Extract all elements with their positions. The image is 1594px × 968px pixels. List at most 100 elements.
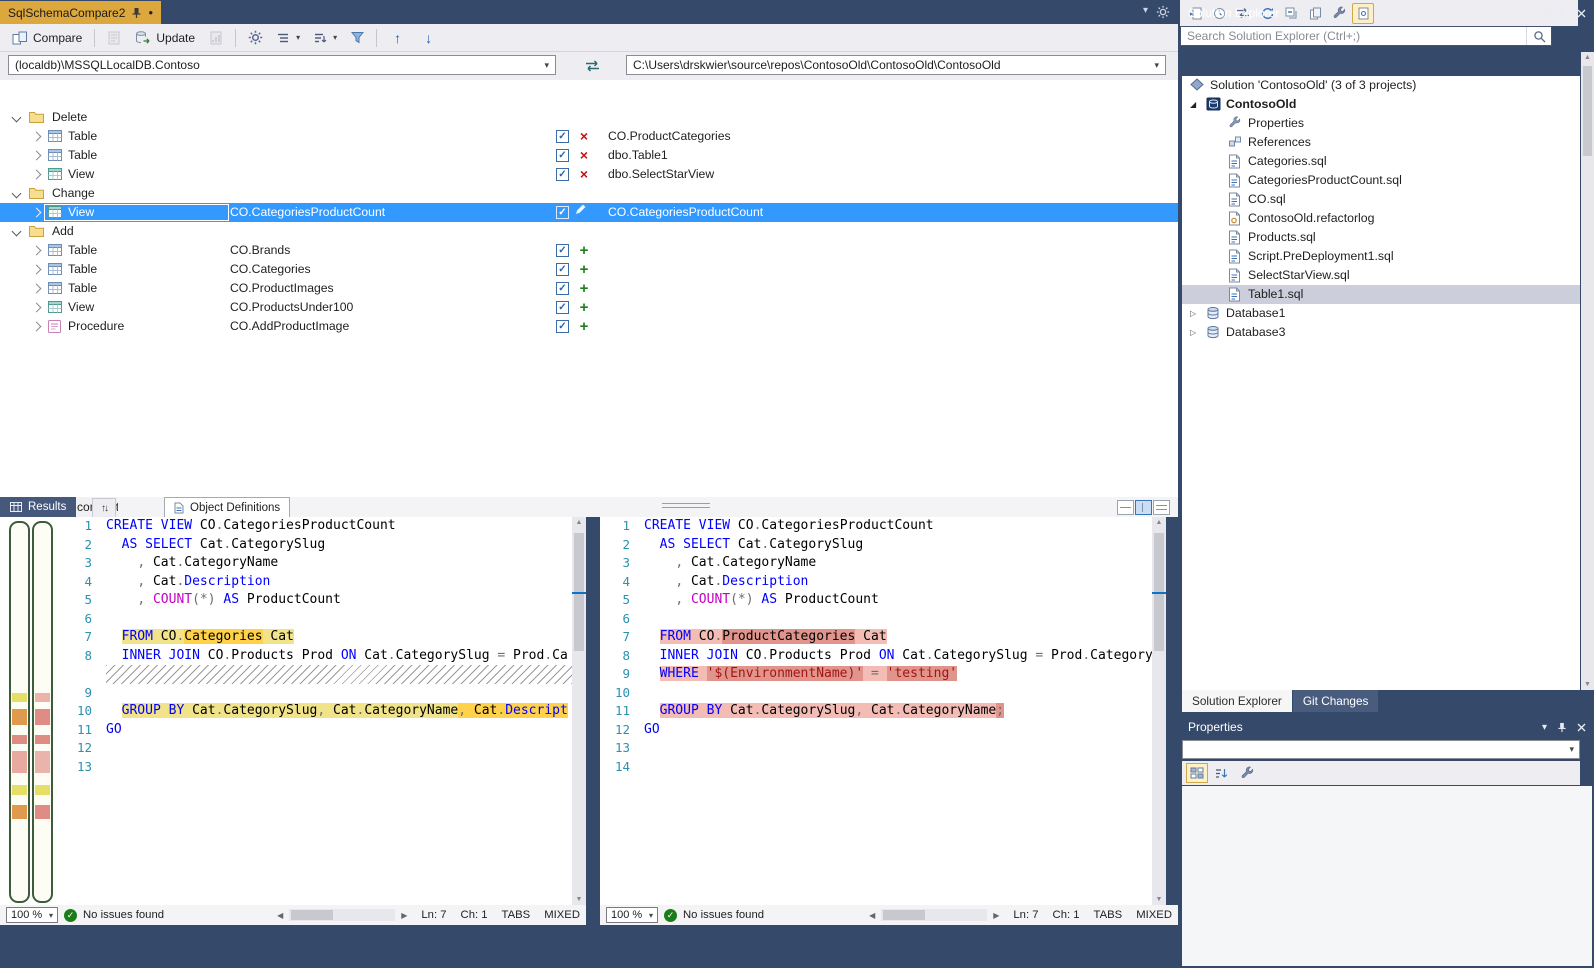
- chevron-right-icon[interactable]: [32, 303, 42, 313]
- compare-row[interactable]: ViewCO.CategoriesProductCount✓CO.Categor…: [0, 203, 1178, 222]
- categorized-icon[interactable]: [1186, 763, 1208, 783]
- chevron-down-icon[interactable]: [12, 189, 22, 199]
- expander-expanded-icon[interactable]: ◢: [1190, 95, 1196, 114]
- include-checkbox[interactable]: ✓: [556, 168, 569, 181]
- include-checkbox[interactable]: ✓: [556, 130, 569, 143]
- chevron-right-icon[interactable]: [32, 151, 42, 161]
- horizontal-scrollbar[interactable]: [289, 909, 395, 921]
- compare-row[interactable]: TableCO.Brands✓+: [0, 241, 1178, 260]
- chevron-down-icon[interactable]: ▾: [1542, 722, 1547, 733]
- view-horizontal-split-icon[interactable]: [1117, 500, 1134, 515]
- scroll-left-icon[interactable]: ◀: [869, 911, 875, 920]
- chevron-right-icon[interactable]: [32, 322, 42, 332]
- code-area[interactable]: CREATE VIEW CO.CategoriesProductCount AS…: [106, 517, 572, 905]
- chevron-right-icon[interactable]: [32, 170, 42, 180]
- properties-object-combobox[interactable]: ▾: [1182, 740, 1580, 759]
- horizontal-scrollbar[interactable]: [881, 909, 987, 921]
- update-button[interactable]: Update: [129, 28, 201, 47]
- chevron-down-icon[interactable]: [12, 113, 22, 123]
- scroll-right-icon[interactable]: ▶: [401, 911, 407, 920]
- compare-row[interactable]: ViewCO.ProductsUnder100✓+: [0, 298, 1178, 317]
- close-icon[interactable]: [1577, 723, 1586, 732]
- document-list-chevron-icon[interactable]: ▾: [1143, 5, 1148, 16]
- close-icon[interactable]: [1577, 9, 1586, 18]
- tree-item[interactable]: Products.sql: [1182, 228, 1580, 247]
- document-tab[interactable]: SqlSchemaCompare2 ●: [0, 1, 161, 24]
- overview-bar[interactable]: [32, 521, 53, 903]
- scroll-right-icon[interactable]: ▶: [993, 911, 999, 920]
- search-icon[interactable]: [1526, 27, 1551, 45]
- chevron-right-icon[interactable]: [32, 284, 42, 294]
- vertical-scrollbar[interactable]: ▲▼: [572, 517, 586, 905]
- chevron-right-icon[interactable]: [32, 246, 42, 256]
- chevron-right-icon[interactable]: [32, 208, 42, 218]
- tree-item[interactable]: Script.PreDeployment1.sql: [1182, 247, 1580, 266]
- vertical-scrollbar[interactable]: ▲▼: [1152, 517, 1166, 905]
- scroll-left-icon[interactable]: ◀: [277, 911, 283, 920]
- include-checkbox[interactable]: ✓: [556, 282, 569, 295]
- generate-script-button[interactable]: [101, 29, 127, 47]
- filter-button[interactable]: [345, 29, 370, 46]
- compare-button[interactable]: Compare: [6, 29, 88, 47]
- tree-item[interactable]: ▷Database3: [1182, 323, 1580, 342]
- alphabetical-sort-icon[interactable]: [1211, 763, 1233, 783]
- tree-item[interactable]: CategoriesProductCount.sql: [1182, 171, 1580, 190]
- search-input[interactable]: [1181, 29, 1526, 43]
- tab-results[interactable]: Results: [0, 497, 76, 517]
- tree-item[interactable]: Table1.sql: [1182, 285, 1580, 304]
- tab-object-definitions[interactable]: Object Definitions: [164, 497, 290, 518]
- tree-item[interactable]: Properties: [1182, 114, 1580, 133]
- generate-report-button[interactable]: [203, 29, 229, 47]
- include-checkbox[interactable]: ✓: [556, 206, 569, 219]
- sort-icon[interactable]: ↑↓: [92, 498, 116, 518]
- scrollbar-thumb[interactable]: [291, 910, 333, 920]
- tab-solution-explorer[interactable]: Solution Explorer: [1182, 690, 1292, 712]
- sort-results-button[interactable]: ▾: [308, 30, 343, 46]
- tree-item[interactable]: Solution 'ContosoOld' (3 of 3 projects): [1182, 76, 1580, 95]
- overview-bar[interactable]: [9, 521, 30, 903]
- scroll-up-icon[interactable]: ▲: [572, 519, 586, 526]
- document-well-gear-icon[interactable]: [1156, 5, 1170, 19]
- source-combobox[interactable]: (localdb)\MSSQLLocalDB.Contoso ▾: [8, 55, 556, 75]
- view-inline-icon[interactable]: [1153, 500, 1170, 515]
- expander-collapsed-icon[interactable]: ▷: [1190, 323, 1196, 342]
- scroll-up-icon[interactable]: ▲: [1152, 519, 1166, 526]
- scroll-up-icon[interactable]: ▲: [1581, 54, 1594, 61]
- view-vertical-split-icon[interactable]: [1135, 500, 1152, 515]
- compare-row[interactable]: TableCO.Categories✓+: [0, 260, 1178, 279]
- compare-row[interactable]: Table✓×dbo.Table1: [0, 146, 1178, 165]
- target-combobox[interactable]: C:\Users\drskwier\source\repos\ContosoOl…: [626, 55, 1166, 75]
- zoom-combobox[interactable]: 100 %▾: [606, 907, 658, 923]
- swap-source-target-button[interactable]: [570, 55, 614, 76]
- source-definition-editor[interactable]: 12345678910111213CREATE VIEW CO.Categori…: [62, 517, 586, 905]
- previous-difference-button[interactable]: ↑: [383, 28, 412, 48]
- compare-row[interactable]: Table✓×CO.ProductCategories: [0, 127, 1178, 146]
- compare-row[interactable]: View✓×dbo.SelectStarView: [0, 165, 1178, 184]
- chevron-right-icon[interactable]: [32, 132, 42, 142]
- code-area[interactable]: CREATE VIEW CO.CategoriesProductCount AS…: [644, 517, 1152, 905]
- scrollbar-thumb[interactable]: [1583, 66, 1592, 156]
- group-row[interactable]: Add: [0, 222, 1178, 241]
- tree-item[interactable]: CO.sql: [1182, 190, 1580, 209]
- compare-row[interactable]: ProcedureCO.AddProductImage✓+: [0, 317, 1178, 336]
- compare-row[interactable]: TableCO.ProductImages✓+: [0, 279, 1178, 298]
- pin-icon[interactable]: [1557, 722, 1567, 733]
- expander-collapsed-icon[interactable]: ▷: [1190, 304, 1196, 323]
- pin-icon[interactable]: [1557, 8, 1567, 19]
- tab-git-changes[interactable]: Git Changes: [1293, 690, 1379, 712]
- tree-item[interactable]: Categories.sql: [1182, 152, 1580, 171]
- include-checkbox[interactable]: ✓: [556, 244, 569, 257]
- splitter-grip[interactable]: [662, 503, 710, 511]
- chevron-right-icon[interactable]: [32, 265, 42, 275]
- diff-overview-margin[interactable]: [0, 517, 62, 905]
- chevron-down-icon[interactable]: ▾: [1542, 8, 1547, 19]
- target-definition-editor[interactable]: 1234567891011121314CREATE VIEW CO.Catego…: [600, 517, 1166, 905]
- tree-item[interactable]: ContosoOld.refactorlog: [1182, 209, 1580, 228]
- tree-item[interactable]: References: [1182, 133, 1580, 152]
- scroll-down-icon[interactable]: ▼: [1581, 681, 1594, 688]
- tree-item[interactable]: ▷Database1: [1182, 304, 1580, 323]
- property-pages-icon[interactable]: [1236, 763, 1258, 783]
- include-checkbox[interactable]: ✓: [556, 320, 569, 333]
- next-difference-button[interactable]: ↓: [414, 28, 443, 48]
- solution-explorer-scrollbar[interactable]: ▲ ▼: [1581, 52, 1594, 690]
